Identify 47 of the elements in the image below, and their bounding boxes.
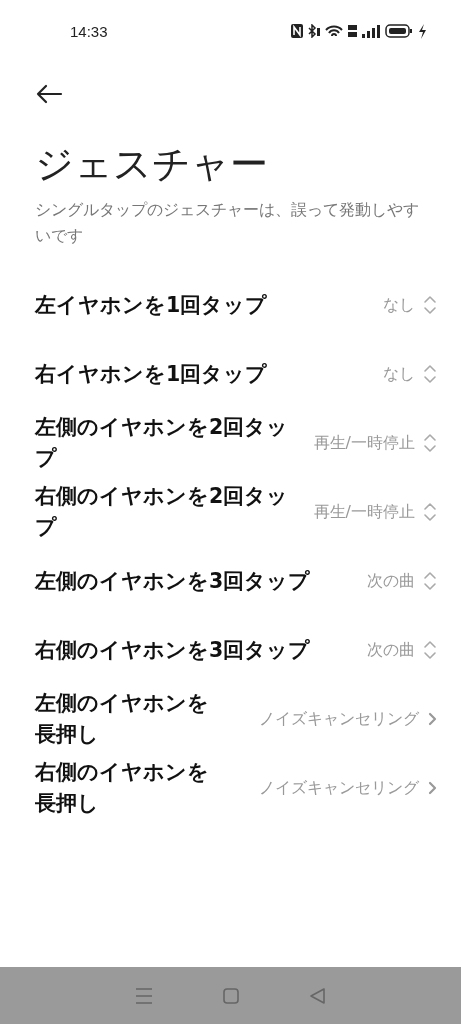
- nfc-icon: [291, 24, 303, 38]
- wifi-icon: [325, 24, 343, 38]
- setting-value: ノイズキャンセリング: [259, 708, 419, 730]
- setting-label: 左イヤホンを1回タップ: [35, 291, 269, 319]
- back-arrow-icon: [35, 84, 63, 104]
- back-button[interactable]: [35, 82, 63, 106]
- signal-icon: [362, 24, 380, 38]
- up-down-icon: [423, 363, 437, 386]
- status-time: 14:33: [70, 22, 108, 40]
- chevron-right-icon: [427, 781, 437, 796]
- up-down-icon: [423, 294, 437, 317]
- setting-label: 左側のイヤホンを2回タップ: [35, 414, 290, 473]
- setting-row[interactable]: 右側のイヤホンを長押し ノイズキャンセリング: [0, 753, 461, 823]
- setting-row[interactable]: 左側のイヤホンを3回タップ 次の曲: [0, 546, 461, 616]
- up-down-icon: [423, 570, 437, 593]
- setting-label: 左側のイヤホンを3回タップ: [35, 567, 312, 595]
- setting-label: 右側のイヤホンを2回タップ: [35, 483, 290, 542]
- up-down-icon: [423, 639, 437, 662]
- menu-icon[interactable]: [134, 986, 155, 1005]
- setting-value: ノイズキャンセリング: [259, 777, 419, 799]
- setting-value: 次の曲: [367, 570, 415, 592]
- up-down-icon: [423, 432, 437, 455]
- volte-icon: [348, 25, 357, 37]
- home-square-icon[interactable]: [222, 986, 241, 1005]
- setting-row[interactable]: 左側のイヤホンを2回タップ 再生/一時停止: [0, 408, 461, 478]
- page-title: ジェスチャー: [35, 141, 269, 188]
- chevron-right-icon: [427, 712, 437, 727]
- setting-label: 右イヤホンを1回タップ: [35, 360, 269, 388]
- setting-value: なし: [383, 363, 415, 385]
- description: シングルタップのジェスチャーは、誤って発動しやすいです: [35, 199, 420, 247]
- up-down-icon: [423, 501, 437, 524]
- setting-label: 左側のイヤホンを長押し: [35, 690, 210, 749]
- setting-value: 次の曲: [367, 639, 415, 661]
- back-triangle-icon[interactable]: [308, 986, 327, 1005]
- setting-value: 再生/一時停止: [313, 501, 415, 523]
- charging-icon: [418, 23, 426, 39]
- setting-row[interactable]: 右側のイヤホンを2回タップ 再生/一時停止: [0, 477, 461, 547]
- setting-value: 再生/一時停止: [313, 432, 415, 454]
- setting-row[interactable]: 右イヤホンを1回タップ なし: [0, 339, 461, 409]
- bluetooth-icon: [308, 24, 320, 38]
- setting-row[interactable]: 左イヤホンを1回タップ なし: [0, 270, 461, 340]
- setting-row[interactable]: 右側のイヤホンを3回タップ 次の曲: [0, 615, 461, 685]
- setting-row[interactable]: 左側のイヤホンを長押し ノイズキャンセリング: [0, 684, 461, 754]
- setting-label: 右側のイヤホンを3回タップ: [35, 636, 312, 664]
- battery-icon: [385, 24, 413, 38]
- setting-label: 右側のイヤホンを長押し: [35, 759, 210, 818]
- setting-value: なし: [383, 294, 415, 316]
